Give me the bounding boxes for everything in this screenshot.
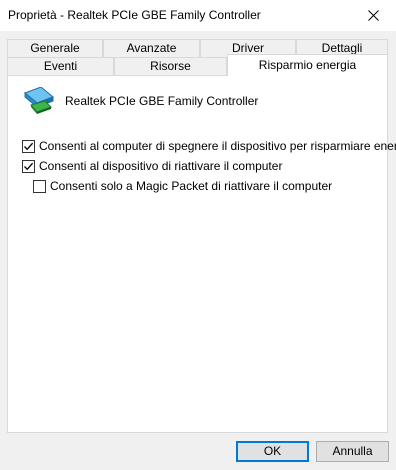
window-title: Proprietà - Realtek PCIe GBE Family Cont… (8, 8, 261, 22)
power-management-panel: Realtek PCIe GBE Family Controller Conse… (7, 75, 396, 433)
allow-turn-off-option[interactable]: Consenti al computer di spegnere il disp… (22, 139, 396, 153)
allow-wake-checkbox[interactable] (22, 159, 35, 173)
magic-packet-label: Consenti solo a Magic Packet di riattiva… (50, 179, 333, 193)
magic-packet-option[interactable]: Consenti solo a Magic Packet di riattiva… (33, 179, 332, 193)
checkmark-icon (24, 142, 34, 150)
title-bar[interactable]: Proprietà - Realtek PCIe GBE Family Cont… (0, 0, 396, 31)
device-name: Realtek PCIe GBE Family Controller (65, 94, 259, 108)
allow-turn-off-label: Consenti al computer di spegnere il disp… (39, 139, 396, 153)
tab-avanzate[interactable]: Avanzate (103, 39, 200, 57)
checkmark-icon (24, 162, 34, 170)
ok-button[interactable]: OK (236, 441, 309, 462)
network-adapter-icon (23, 86, 55, 115)
properties-dialog: Proprietà - Realtek PCIe GBE Family Cont… (0, 0, 396, 470)
tab-risorse[interactable]: Risorse (114, 57, 227, 75)
magic-packet-checkbox[interactable] (33, 179, 46, 193)
allow-turn-off-checkbox[interactable] (22, 139, 35, 153)
tab-generale[interactable]: Generale (7, 39, 103, 57)
tab-eventi[interactable]: Eventi (7, 57, 114, 75)
allow-wake-label: Consenti al dispositivo di riattivare il… (39, 159, 283, 173)
allow-wake-option[interactable]: Consenti al dispositivo di riattivare il… (22, 159, 282, 173)
close-icon (367, 10, 379, 21)
close-button[interactable] (350, 0, 396, 31)
cancel-button[interactable]: Annulla (316, 441, 389, 462)
tab-risparmio-energia[interactable]: Risparmio energia (227, 54, 388, 76)
